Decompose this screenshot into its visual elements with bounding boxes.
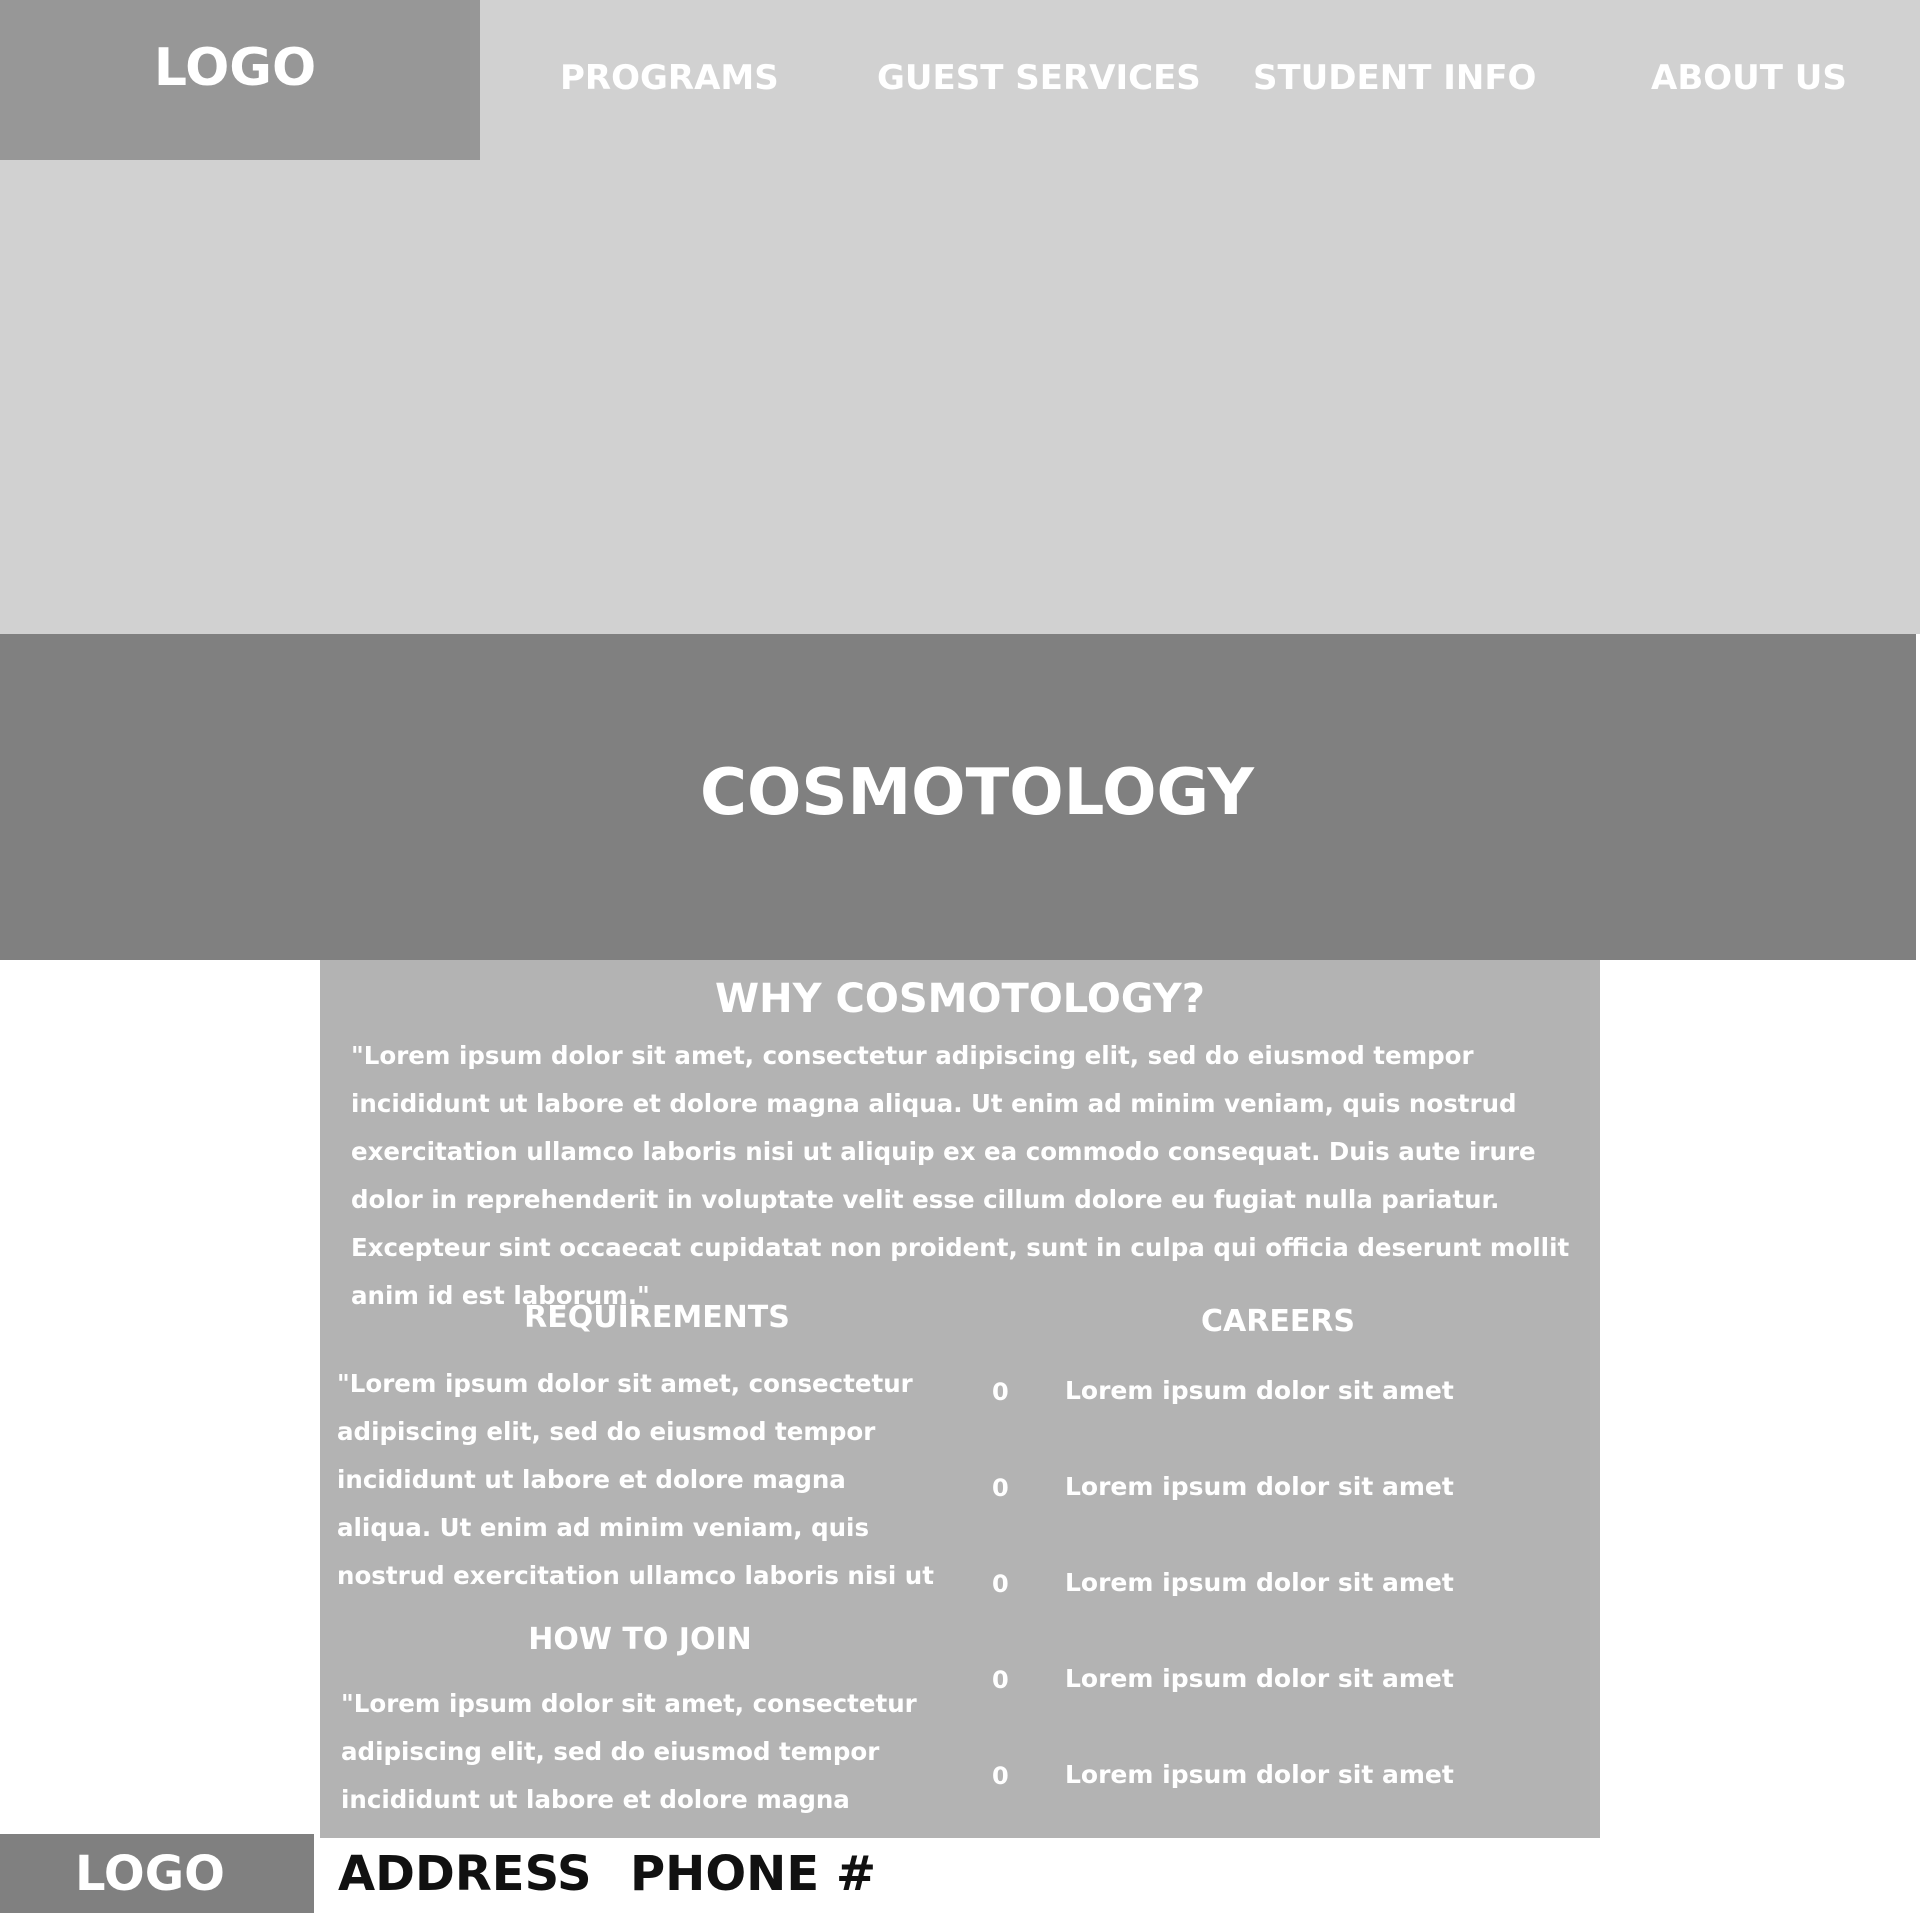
nav-student-info[interactable]: STUDENT INFO	[1253, 58, 1536, 98]
career-item[interactable]: 0 Lorem ipsum dolor sit amet	[992, 1760, 1552, 1800]
nav-about-us[interactable]: ABOUT US	[1651, 58, 1847, 98]
career-text: Lorem ipsum dolor sit amet	[1065, 1568, 1454, 1597]
career-item[interactable]: 0 Lorem ipsum dolor sit amet	[992, 1376, 1552, 1416]
career-text: Lorem ipsum dolor sit amet	[1065, 1664, 1454, 1693]
career-bullet: 0	[992, 1378, 1009, 1406]
career-text: Lorem ipsum dolor sit amet	[1065, 1760, 1454, 1789]
career-text: Lorem ipsum dolor sit amet	[1065, 1376, 1454, 1405]
career-text: Lorem ipsum dolor sit amet	[1065, 1472, 1454, 1501]
page-title: COSMOTOLOGY	[700, 756, 1254, 830]
career-bullet: 0	[992, 1570, 1009, 1598]
footer-address: ADDRESS	[338, 1846, 592, 1902]
careers-heading: CAREERS	[1200, 1304, 1356, 1339]
how-to-join-heading: HOW TO JOIN	[528, 1622, 752, 1657]
career-item[interactable]: 0 Lorem ipsum dolor sit amet	[992, 1664, 1552, 1704]
why-body: "Lorem ipsum dolor sit amet, consectetur…	[351, 1041, 1570, 1310]
footer-phone: PHONE #	[630, 1846, 877, 1902]
career-bullet: 0	[992, 1474, 1009, 1502]
nav-guest-services[interactable]: GUEST SERVICES	[877, 58, 1201, 98]
how-to-join-body: "Lorem ipsum dolor sit amet, consectetur…	[341, 1689, 917, 1814]
footer-logo[interactable]: LOGO	[0, 1846, 300, 1902]
career-item[interactable]: 0 Lorem ipsum dolor sit amet	[992, 1568, 1552, 1608]
career-item[interactable]: 0 Lorem ipsum dolor sit amet	[992, 1472, 1552, 1512]
nav-programs[interactable]: PROGRAMS	[560, 58, 779, 98]
logo[interactable]: LOGO	[0, 38, 470, 98]
career-bullet: 0	[992, 1666, 1009, 1694]
requirements-heading: REQUIREMENTS	[524, 1300, 790, 1335]
career-bullet: 0	[992, 1762, 1009, 1790]
why-heading: WHY COSMOTOLOGY?	[715, 976, 1205, 1022]
requirements-body: "Lorem ipsum dolor sit amet, consectetur…	[337, 1369, 934, 1590]
